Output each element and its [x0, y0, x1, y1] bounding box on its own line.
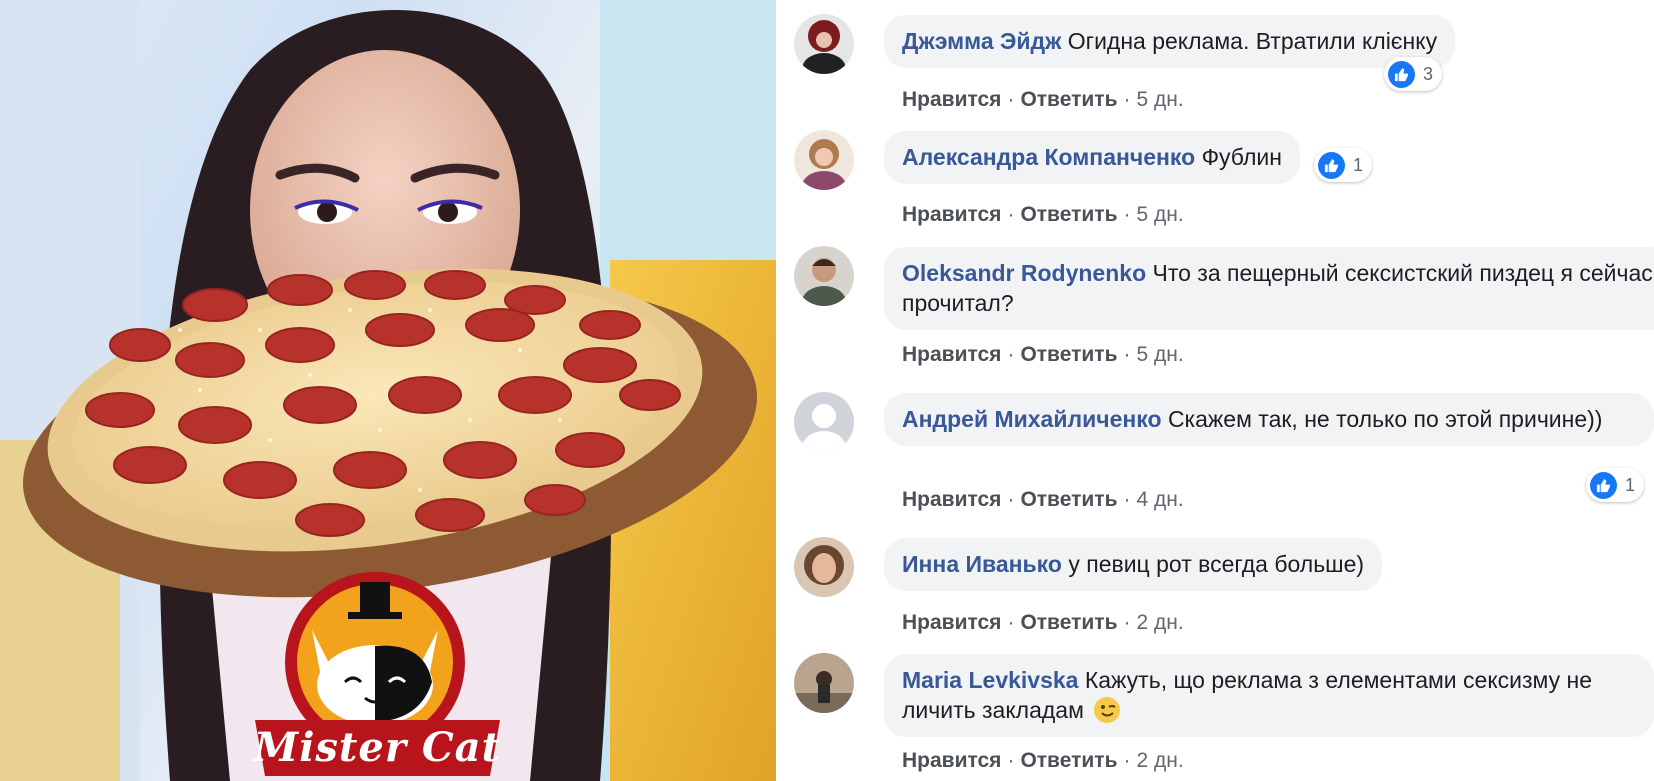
comment-bubble: Джэмма Эйдж Огидна реклама. Втратили клі…: [884, 15, 1456, 68]
timestamp[interactable]: 5 дн.: [1136, 203, 1183, 226]
separator: ·: [1007, 749, 1015, 772]
comment-actions: Нравится · Ответить · 5 дн.: [902, 203, 1184, 227]
timestamp[interactable]: 5 дн.: [1136, 88, 1183, 111]
comment-bubble: Oleksandr Rodynenko Что за пещерный секс…: [884, 247, 1654, 330]
separator: ·: [1123, 203, 1131, 226]
mister-cat-logo: Mister Cat: [250, 570, 505, 780]
author-name[interactable]: Джэмма Эйдж: [902, 28, 1061, 54]
comment-actions: Нравится · Ответить · 2 дн.: [902, 749, 1184, 773]
separator: ·: [1007, 611, 1015, 634]
reply-link[interactable]: Ответить: [1020, 488, 1117, 511]
separator: ·: [1007, 88, 1015, 111]
separator: ·: [1007, 488, 1015, 511]
timestamp[interactable]: 2 дн.: [1136, 749, 1183, 772]
comments-panel: Джэмма Эйдж Огидна реклама. Втратили клі…: [776, 0, 1654, 781]
avatar[interactable]: [794, 246, 854, 306]
author-name[interactable]: Инна Иванько: [902, 551, 1062, 577]
comment-text: у певиц рот всегда больше): [1068, 551, 1365, 577]
comment-text: Фублин: [1201, 144, 1282, 170]
separator: ·: [1123, 611, 1131, 634]
comment-actions: Нравится · Ответить · 2 дн.: [902, 611, 1184, 635]
reply-link[interactable]: Ответить: [1020, 88, 1117, 111]
reaction-count[interactable]: 1: [1586, 468, 1645, 502]
like-count: 1: [1625, 474, 1636, 495]
like-link[interactable]: Нравится: [902, 611, 1001, 634]
like-count: 1: [1353, 154, 1364, 175]
separator: ·: [1007, 203, 1015, 226]
reply-link[interactable]: Ответить: [1020, 203, 1117, 226]
separator: ·: [1123, 749, 1131, 772]
advertisement-photo: Mister Cat: [0, 0, 776, 781]
separator: ·: [1123, 488, 1131, 511]
comment-bubble: Maria Levkivska Кажуть, що реклама з еле…: [884, 654, 1654, 737]
comment-actions: Нравится · Ответить · 4 дн.: [902, 488, 1184, 512]
comment-bubble: Андрей Михайличенко Скажем так, не тольк…: [884, 393, 1654, 446]
like-link[interactable]: Нравится: [902, 488, 1001, 511]
timestamp[interactable]: 4 дн.: [1136, 488, 1183, 511]
avatar[interactable]: [794, 392, 854, 452]
thumbs-up-icon: [1590, 471, 1617, 499]
timestamp[interactable]: 5 дн.: [1136, 343, 1183, 366]
reply-link[interactable]: Ответить: [1020, 343, 1117, 366]
like-link[interactable]: Нравится: [902, 88, 1001, 111]
comment-text: Скажем так, не только по этой причине)): [1167, 406, 1603, 432]
thumbs-up-icon: [1318, 151, 1345, 179]
author-name[interactable]: Александра Компанченко: [902, 144, 1195, 170]
like-count: 3: [1423, 63, 1434, 84]
like-link[interactable]: Нравится: [902, 343, 1001, 366]
reaction-count[interactable]: 3: [1384, 57, 1443, 91]
comment-bubble: Инна Иванько у певиц рот всегда больше): [884, 538, 1383, 591]
comment-bubble: Александра Компанченко Фублин: [884, 131, 1300, 184]
winking-face-emoji: [1094, 697, 1121, 723]
comment-actions: Нравится · Ответить · 5 дн.: [902, 88, 1184, 112]
avatar[interactable]: [794, 130, 854, 190]
separator: ·: [1123, 88, 1131, 111]
reply-link[interactable]: Ответить: [1020, 749, 1117, 772]
like-link[interactable]: Нравится: [902, 749, 1001, 772]
comment-actions: Нравится · Ответить · 5 дн.: [902, 343, 1184, 367]
like-link[interactable]: Нравится: [902, 203, 1001, 226]
timestamp[interactable]: 2 дн.: [1136, 611, 1183, 634]
avatar[interactable]: [794, 653, 854, 713]
separator: ·: [1007, 343, 1015, 366]
avatar[interactable]: [794, 537, 854, 597]
avatar[interactable]: [794, 14, 854, 74]
separator: ·: [1123, 343, 1131, 366]
reply-link[interactable]: Ответить: [1020, 611, 1117, 634]
author-name[interactable]: Maria Levkivska: [902, 667, 1078, 693]
author-name[interactable]: Андрей Михайличенко: [902, 406, 1162, 432]
author-name[interactable]: Oleksandr Rodynenko: [902, 260, 1146, 286]
reaction-count[interactable]: 1: [1314, 148, 1373, 182]
logo-text: Mister Cat: [253, 724, 502, 771]
comment-text: Огидна реклама. Втратили клієнку: [1067, 28, 1438, 54]
thumbs-up-icon: [1388, 60, 1415, 88]
